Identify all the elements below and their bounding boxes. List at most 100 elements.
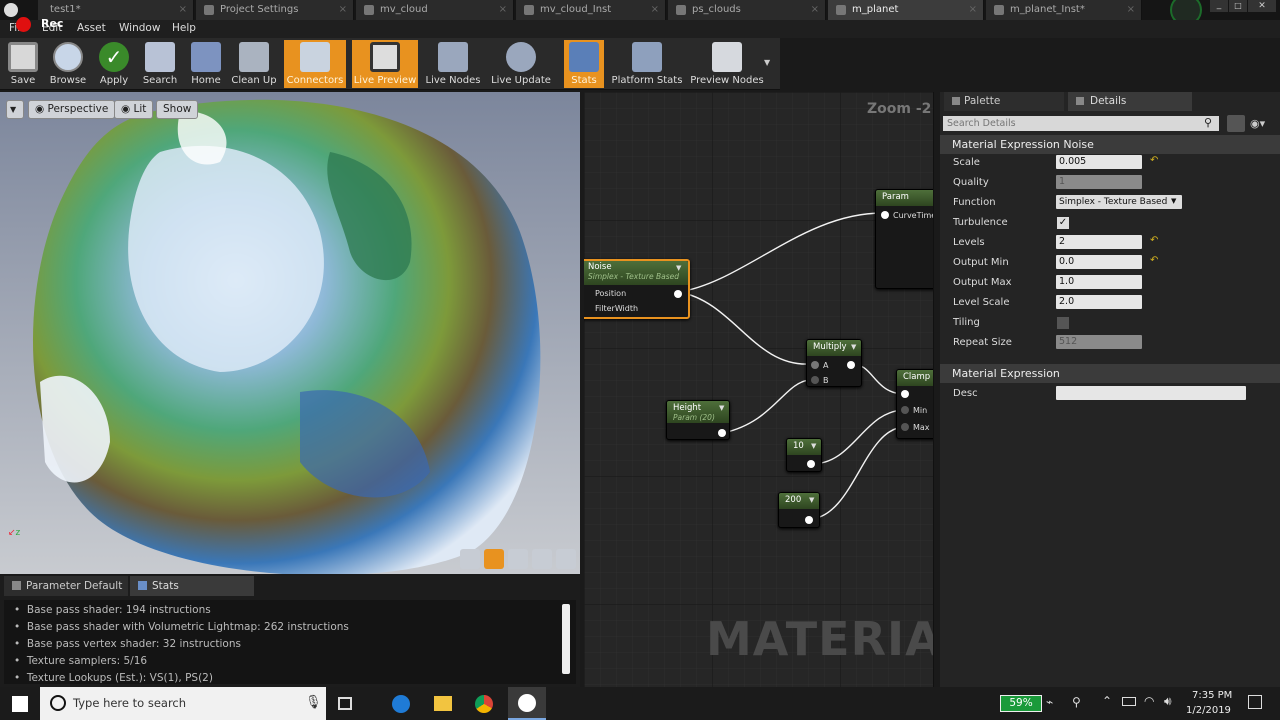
- viewport-options-button[interactable]: ▼: [6, 100, 24, 119]
- multiply-a-pin[interactable]: [811, 361, 819, 369]
- close-icon[interactable]: ×: [969, 0, 977, 20]
- close-icon[interactable]: ×: [651, 0, 659, 20]
- menu-asset[interactable]: Asset: [77, 22, 106, 34]
- chevron-up-icon[interactable]: ⌃: [1102, 694, 1112, 708]
- live-nodes-button[interactable]: Live Nodes: [424, 40, 482, 88]
- close-icon[interactable]: ×: [339, 0, 347, 20]
- chevron-down-icon[interactable]: ▼: [764, 58, 770, 67]
- output-min-field[interactable]: 0.0: [1056, 255, 1142, 269]
- volume-icon[interactable]: 🔊︎: [1164, 694, 1172, 709]
- quality-field[interactable]: 1: [1056, 175, 1142, 189]
- preview-viewport[interactable]: ▼ ◉ Perspective ◉ Lit Show ↙z: [0, 92, 580, 574]
- maximize-button[interactable]: □: [1229, 0, 1247, 12]
- edge-icon[interactable]: [392, 695, 410, 713]
- tab-project-settings[interactable]: Project Settings ×: [196, 0, 354, 20]
- reset-arrow-icon[interactable]: ↶: [1150, 255, 1158, 266]
- stats-button[interactable]: Stats: [564, 40, 604, 88]
- task-view-icon[interactable]: [338, 697, 352, 710]
- notifications-icon[interactable]: [1248, 695, 1262, 709]
- teapot-shape-icon[interactable]: [556, 549, 576, 569]
- tab-mv-cloud[interactable]: mv_cloud ×: [356, 0, 514, 20]
- battery-indicator[interactable]: 59%: [1000, 695, 1042, 712]
- tab-m-planet-inst[interactable]: m_planet_Inst* ×: [986, 0, 1142, 20]
- clamp-input-pin[interactable]: [901, 390, 909, 398]
- material-graph[interactable]: Zoom -2 MATERIAL Noise Simplex - Texture…: [584, 92, 934, 687]
- tab-stats[interactable]: Stats: [130, 576, 254, 596]
- clean-up-button[interactable]: Clean Up: [230, 40, 278, 88]
- multiply-node[interactable]: Multiply A B ▼: [806, 339, 862, 387]
- unreal-logo-icon[interactable]: [4, 3, 18, 17]
- battery-icon[interactable]: [1122, 697, 1136, 706]
- chevron-down-icon[interactable]: ▼: [851, 343, 856, 351]
- close-icon[interactable]: ×: [811, 0, 819, 20]
- tab-palette[interactable]: Palette: [944, 92, 1064, 111]
- close-window-button[interactable]: ✕: [1248, 0, 1276, 12]
- noise-output-pin[interactable]: [674, 290, 682, 298]
- clamp-min-pin[interactable]: [901, 406, 909, 414]
- people-icon[interactable]: ⚲: [1072, 695, 1081, 709]
- tiling-checkbox[interactable]: [1057, 317, 1069, 329]
- plane-shape-icon[interactable]: [508, 549, 528, 569]
- file-explorer-icon[interactable]: [434, 696, 452, 711]
- chevron-down-icon[interactable]: ▼: [809, 496, 814, 504]
- chevron-down-icon[interactable]: ▼: [719, 404, 724, 412]
- section-material-expression[interactable]: Material Expression: [940, 364, 1280, 383]
- tab-parameter-default[interactable]: Parameter Default: [4, 576, 128, 596]
- perspective-button[interactable]: ◉ Perspective: [28, 100, 116, 119]
- tab-m-planet[interactable]: m_planet ×: [828, 0, 984, 20]
- preview-nodes-button[interactable]: Preview Nodes: [690, 40, 764, 88]
- eye-icon[interactable]: ◉▾: [1250, 117, 1265, 130]
- apply-button[interactable]: ✓ Apply: [94, 40, 134, 88]
- wifi-icon[interactable]: ◠: [1144, 694, 1154, 708]
- save-button[interactable]: Save: [4, 40, 42, 88]
- turbulence-checkbox[interactable]: ✓: [1057, 217, 1069, 229]
- noise-node[interactable]: Noise Simplex - Texture Based Position F…: [584, 259, 690, 319]
- repeat-size-field[interactable]: 512: [1056, 335, 1142, 349]
- lit-button[interactable]: ◉ Lit: [114, 100, 154, 119]
- unreal-engine-taskbar-icon[interactable]: [508, 687, 546, 720]
- search-icon[interactable]: ⚲: [1204, 116, 1216, 130]
- constant-10-node[interactable]: 10 ▼: [786, 438, 822, 472]
- live-preview-button[interactable]: Live Preview: [352, 40, 418, 88]
- chevron-down-icon[interactable]: ▼: [676, 264, 681, 272]
- cylinder-shape-icon[interactable]: [460, 549, 480, 569]
- curvetime-pin[interactable]: [881, 211, 889, 219]
- minimize-button[interactable]: _: [1210, 0, 1228, 12]
- browse-button[interactable]: Browse: [46, 40, 90, 88]
- reset-arrow-icon[interactable]: ↶: [1150, 155, 1158, 166]
- menu-help[interactable]: Help: [172, 22, 196, 34]
- microphone-icon[interactable]: 🎙︎: [305, 695, 322, 710]
- chevron-down-icon[interactable]: ▼: [1171, 197, 1176, 205]
- constant-200-output-pin[interactable]: [805, 516, 813, 524]
- clock-date[interactable]: 1/2/2019: [1186, 705, 1231, 716]
- windows-start-icon[interactable]: [12, 696, 28, 712]
- function-dropdown[interactable]: Simplex - Texture Based: [1056, 195, 1182, 209]
- scale-field[interactable]: 0.005: [1056, 155, 1142, 169]
- power-icon[interactable]: ⌁: [1046, 695, 1053, 709]
- height-output-pin[interactable]: [718, 429, 726, 437]
- tab-ps-clouds[interactable]: ps_clouds ×: [668, 0, 826, 20]
- details-search-input[interactable]: [943, 116, 1219, 131]
- sphere-shape-icon[interactable]: [484, 549, 504, 569]
- output-max-field[interactable]: 1.0: [1056, 275, 1142, 289]
- multiply-output-pin[interactable]: [847, 361, 855, 369]
- home-button[interactable]: Home: [186, 40, 226, 88]
- show-button[interactable]: Show: [156, 100, 199, 119]
- search-button[interactable]: Search: [138, 40, 182, 88]
- close-icon[interactable]: ×: [499, 0, 507, 20]
- view-options-icon[interactable]: [1227, 115, 1245, 132]
- chevron-down-icon[interactable]: ▼: [811, 442, 816, 450]
- multiply-b-pin[interactable]: [811, 376, 819, 384]
- taskbar-search-box[interactable]: Type here to search 🎙︎: [40, 687, 326, 720]
- constant-200-node[interactable]: 200 ▼: [778, 492, 820, 528]
- clamp-max-pin[interactable]: [901, 423, 909, 431]
- tab-mv-cloud-inst[interactable]: mv_cloud_Inst ×: [516, 0, 666, 20]
- height-node[interactable]: Height Param (20) ▼: [666, 400, 730, 440]
- live-update-button[interactable]: Live Update: [488, 40, 554, 88]
- levels-field[interactable]: 2: [1056, 235, 1142, 249]
- connectors-button[interactable]: Connectors: [284, 40, 346, 88]
- clamp-node[interactable]: Clamp ( Min Max: [896, 369, 933, 439]
- chrome-icon[interactable]: [475, 695, 493, 713]
- scrollbar[interactable]: [562, 604, 570, 674]
- close-icon[interactable]: ×: [1127, 0, 1135, 20]
